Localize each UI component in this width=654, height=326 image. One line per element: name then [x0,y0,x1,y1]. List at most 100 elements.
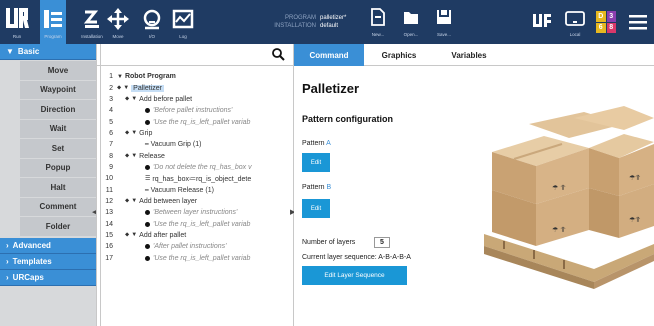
speed-badge[interactable]: D 3 6 8 [596,11,616,33]
edit-pattern-b-button[interactable]: Edit [302,199,330,218]
pin-icon: ⬥ [125,129,130,136]
edit-layer-sequence-button[interactable]: Edit Layer Sequence [302,266,407,285]
top-bar: Run Program Installation Move I/O Log PR… [0,0,654,44]
nav-run[interactable]: Run [4,0,30,44]
svg-text:☂⥣: ☂⥣ [629,174,640,182]
tree-node-label: Add after pallet [139,231,187,239]
pattern-a-letter: A [326,140,331,147]
expand-arrow-icon[interactable]: ▼ [131,153,137,159]
sidebar-item-direction[interactable]: Direction [20,100,96,119]
tree-row[interactable]: 10 ☰ rq_has_box≔rq_is_object_dete [97,173,293,184]
new-label: New... [371,32,385,37]
urcap-toolbar-button[interactable] [532,0,552,44]
open-folder-icon [404,12,418,24]
expand-arrow-icon[interactable]: ▼ [131,232,137,238]
tree-row[interactable]: 12 ⬥ ▼ Add between layer [97,196,293,207]
nav-log-label: Log [179,34,187,39]
sidebar-item-halt[interactable]: Halt [20,178,96,197]
open-button[interactable]: Open... [399,0,423,44]
hamburger-icon [629,15,647,30]
local-label: Local [569,32,581,37]
edit-pattern-a-button[interactable]: Edit [302,153,330,172]
tree-row[interactable]: 9 'Do not delete the rq_has_box v [97,162,293,173]
tab-graphics[interactable]: Graphics [364,44,434,66]
tree-node-label: Vacuum Release (1) [150,186,214,194]
nav-io-label: I/O [148,34,155,39]
tree-row[interactable]: 6 ⬥ ▼ Grip [97,128,293,139]
layer-sequence-label: Current layer sequence: A-B-A-B-A [302,254,411,261]
svg-text:☂ ⥣: ☂ ⥣ [552,184,566,192]
tree-row[interactable]: 1 ▼ Robot Program [97,71,293,82]
expand-arrow-icon[interactable]: ▼ [131,96,137,102]
tree-row[interactable]: 14 'Use the rq_is_left_pallet variab [97,218,293,229]
layers-label: Number of layers [302,239,356,246]
sidebar-item-wait[interactable]: Wait [20,119,96,138]
sidebar-section-basic-label: Basic [17,47,40,56]
sidebar-section-urcaps[interactable]: › URCaps [0,269,96,286]
tree-row[interactable]: 4 'Before pallet instructions' [97,105,293,116]
tree-node-label: 'Use the rq_is_left_pallet variab [153,254,251,262]
tree-node-label: Add between layer [139,197,198,205]
sidebar-section-basic[interactable]: ▼ Basic [0,44,96,60]
tree-row[interactable]: 13 'Between layer instructions' [97,207,293,218]
command-panel: Command Graphics Variables Palletizer Pa… [294,44,654,326]
hamburger-menu[interactable] [628,14,648,30]
tree-row[interactable]: 7 ━ Vacuum Grip (1) [97,139,293,150]
tree-search-bar[interactable] [97,44,293,66]
tablet-icon [565,11,585,26]
ur-plus-icon [533,14,551,27]
comment-bullet-icon [145,164,150,170]
nav-installation[interactable]: Installation [79,0,105,44]
tab-variables[interactable]: Variables [434,44,504,66]
new-file-icon [371,8,385,26]
layers-input[interactable]: 5 [374,237,390,248]
expand-arrow-icon[interactable]: ▼ [117,74,123,80]
expand-arrow-icon[interactable]: ▼ [131,130,137,136]
nav-io[interactable]: I/O [139,0,165,44]
tree-row[interactable]: 5 'Use the rq_is_left_pallet variab [97,116,293,127]
sidebar-section-templates[interactable]: › Templates [0,253,96,270]
nav-log[interactable]: Log [170,0,196,44]
tree-node-label: Release [139,152,165,160]
sidebar-item-folder[interactable]: Folder [20,217,96,236]
nav-installation-label: Installation [81,34,103,39]
sidebar: ▼ Basic Move Waypoint Direction Wait Set… [0,44,96,326]
nav-move[interactable]: Move [105,0,131,44]
sidebar-section-advanced[interactable]: › Advanced [0,237,96,254]
open-label: Open... [403,32,419,37]
sidebar-item-comment[interactable]: Comment [20,197,96,216]
pattern-a-prefix: Pattern [302,140,327,147]
sidebar-item-move[interactable]: Move [20,61,96,80]
tree-row[interactable]: 15 ⬥ ▼ Add after pallet [97,230,293,241]
expand-arrow-icon[interactable]: ▼ [131,198,137,204]
sidebar-section-urcaps-label: URCaps [12,272,44,282]
tree-row[interactable]: 16 'After pallet instructions' [97,241,293,252]
tree-row[interactable]: 3 ⬥ ▼ Add before pallet [97,94,293,105]
svg-text:☂ ⥣: ☂ ⥣ [552,226,566,234]
sidebar-item-popup[interactable]: Popup [20,158,96,177]
tree-node-label: 'Do not delete the rq_has_box v [153,163,252,171]
tree-row[interactable]: 17 'Use the rq_is_left_pallet variab [97,253,293,264]
comment-bullet-icon [145,210,150,216]
comment-bullet-icon [145,119,150,125]
tab-command[interactable]: Command [294,44,364,66]
tree-node-label: Palletizer [131,84,164,92]
expand-arrow-icon[interactable]: ▼ [123,85,129,91]
io-icon [143,9,161,30]
page-title: Palletizer [302,81,360,96]
tree-row[interactable]: 8 ⬥ ▼ Release [97,150,293,161]
tree-divider [100,44,101,326]
sidebar-item-set[interactable]: Set [20,139,96,158]
tree-row[interactable]: 11 ━ Vacuum Release (1) [97,184,293,195]
tree-row[interactable]: 2 ⬥ ▼ Palletizer [97,82,293,93]
pattern-b-letter: B [326,184,332,191]
tree-node-label: Grip [139,129,153,137]
sidebar-item-waypoint[interactable]: Waypoint [20,80,96,99]
local-mode-button[interactable]: Local [564,0,586,44]
save-button[interactable]: Save... [432,0,456,44]
nav-program[interactable]: Program [40,0,66,44]
new-button[interactable]: New... [366,0,390,44]
pin-icon: ⬥ [125,231,130,238]
tree-rows: 1 ▼ Robot Program 2 ⬥ ▼ Palletizer 3 ⬥ ▼ Add bef… [97,66,293,264]
search-icon[interactable] [272,48,285,61]
